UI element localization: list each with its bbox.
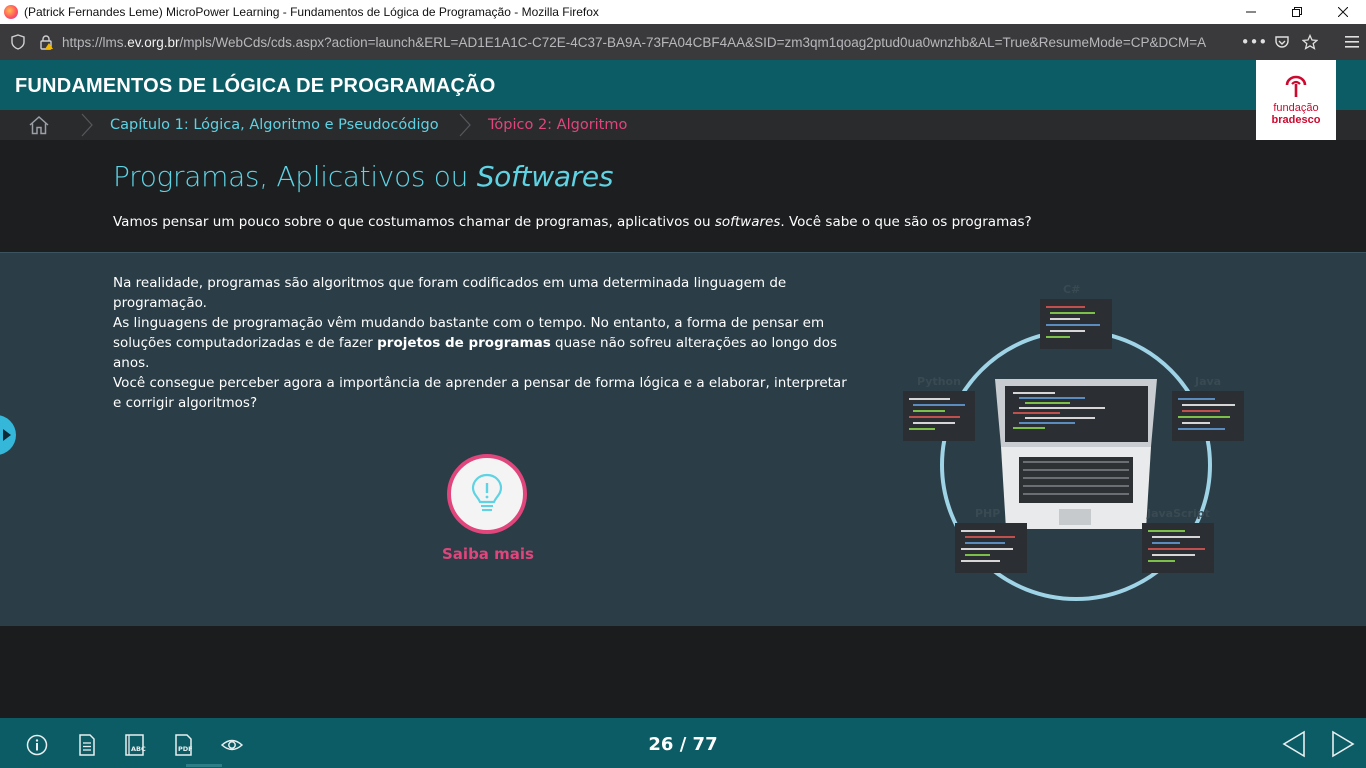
browser-titlebar: (Patrick Fernandes Leme) MicroPower Lear…: [0, 0, 1366, 24]
logo-line2: bradesco: [1271, 114, 1321, 126]
insecure-lock-icon[interactable]: [38, 34, 54, 50]
paragraph-2-bold: projetos de programas: [377, 335, 551, 351]
pdf-icon[interactable]: PDF: [172, 734, 196, 756]
label-javascript: JavaScript: [1146, 507, 1210, 520]
home-icon[interactable]: [28, 115, 50, 135]
page-title: Programas, Aplicativos ou Softwares: [113, 160, 613, 193]
document-icon[interactable]: [76, 734, 98, 756]
restore-icon: [1292, 7, 1302, 17]
breadcrumb: Capítulo 1: Lógica, Algoritmo e Pseudocó…: [0, 110, 1366, 140]
footer-active-indicator: [186, 764, 222, 767]
fundacao-bradesco-logo: fundação bradesco: [1256, 60, 1336, 140]
close-window-button[interactable]: [1320, 0, 1366, 24]
page-counter: 26 / 77: [648, 734, 718, 755]
intro-text-end: . Você sabe o que são os programas?: [780, 214, 1032, 230]
hamburger-menu-icon[interactable]: [1338, 35, 1366, 49]
code-window-left: [903, 391, 975, 441]
lightbulb-icon: [471, 473, 503, 511]
side-panel-toggle[interactable]: [0, 415, 16, 455]
breadcrumb-chapter[interactable]: Capítulo 1: Lógica, Algoritmo e Pseudocó…: [110, 117, 439, 133]
previous-page-icon[interactable]: [1281, 730, 1307, 758]
pocket-icon[interactable]: [1268, 34, 1296, 50]
bookmark-star-icon[interactable]: [1296, 34, 1324, 50]
course-title: FUNDAMENTOS DE LÓGICA DE PROGRAMAÇÃO: [15, 75, 496, 97]
breadcrumb-chevron-icon: [459, 113, 471, 137]
label-csharp: C#: [1063, 283, 1080, 296]
tracking-shield-icon[interactable]: [10, 34, 26, 50]
browser-navbar: https://lms.ev.org.br/mpls/WebCds/cds.as…: [0, 24, 1366, 60]
breadcrumb-chevron-icon: [81, 113, 93, 137]
url-prefix: https://lms.: [62, 34, 128, 50]
info-icon[interactable]: [26, 734, 48, 756]
intro-section: Programas, Aplicativos ou Softwares Vamo…: [0, 140, 1366, 252]
page-title-italic: Softwares: [476, 160, 614, 193]
paragraph-1: Na realidade, programas são algoritmos q…: [113, 275, 787, 311]
content-bottom-area: [0, 627, 1366, 718]
saiba-mais-button[interactable]: [447, 454, 527, 534]
page-actions-icon[interactable]: •••: [1240, 33, 1268, 51]
code-window-top: [1040, 299, 1112, 349]
footer-toolbar: ABC PDF 26 / 77: [0, 718, 1366, 768]
svg-text:PDF: PDF: [178, 745, 193, 753]
url-bar[interactable]: https://lms.ev.org.br/mpls/WebCds/cds.as…: [62, 35, 1232, 50]
content-section: Na realidade, programas são algoritmos q…: [0, 252, 1366, 626]
breadcrumb-topic: Tópico 2: Algoritmo: [488, 117, 628, 133]
course-header: FUNDAMENTOS DE LÓGICA DE PROGRAMAÇÃO: [0, 60, 1366, 110]
intro-text: Vamos pensar um pouco sobre o que costum…: [113, 214, 1032, 230]
firefox-icon: [4, 5, 18, 19]
page-title-plain: Programas, Aplicativos ou: [113, 160, 477, 193]
window-title: (Patrick Fernandes Leme) MicroPower Lear…: [24, 5, 599, 19]
code-window-bottom-left: [955, 523, 1027, 573]
code-window-right: [1172, 391, 1244, 441]
code-window-bottom-right: [1142, 523, 1214, 573]
saiba-mais-label[interactable]: Saiba mais: [420, 545, 556, 563]
play-arrow-icon: [3, 429, 11, 441]
intro-text-start: Vamos pensar um pouco sobre o que costum…: [113, 214, 715, 230]
minimize-icon: [1246, 11, 1256, 13]
label-php: PHP: [975, 507, 1000, 520]
programming-languages-illustration: Python PHP JavaScript C# Java: [903, 283, 1244, 601]
minimize-button[interactable]: [1228, 0, 1274, 24]
bradesco-tree-icon: [1285, 75, 1307, 97]
url-domain: ev.org.br: [127, 34, 180, 50]
laptop-image: [995, 379, 1157, 529]
close-icon: [1338, 7, 1348, 17]
svg-text:ABC: ABC: [131, 745, 146, 753]
paragraph-2: As linguagens de programação vêm mudando…: [113, 313, 873, 373]
logo-line1: fundação: [1273, 102, 1319, 114]
restore-button[interactable]: [1274, 0, 1320, 24]
label-java: Java: [1194, 375, 1221, 388]
intro-text-italic: softwares: [714, 214, 781, 230]
label-python: Python: [917, 375, 961, 388]
next-page-icon[interactable]: [1330, 730, 1356, 758]
eye-icon[interactable]: [220, 734, 244, 756]
paragraph-3: Você consegue perceber agora a importânc…: [113, 375, 847, 411]
glossary-abc-icon[interactable]: ABC: [123, 734, 147, 756]
url-path: /mpls/WebCds/cds.aspx?action=launch&ERL=…: [179, 34, 1207, 50]
